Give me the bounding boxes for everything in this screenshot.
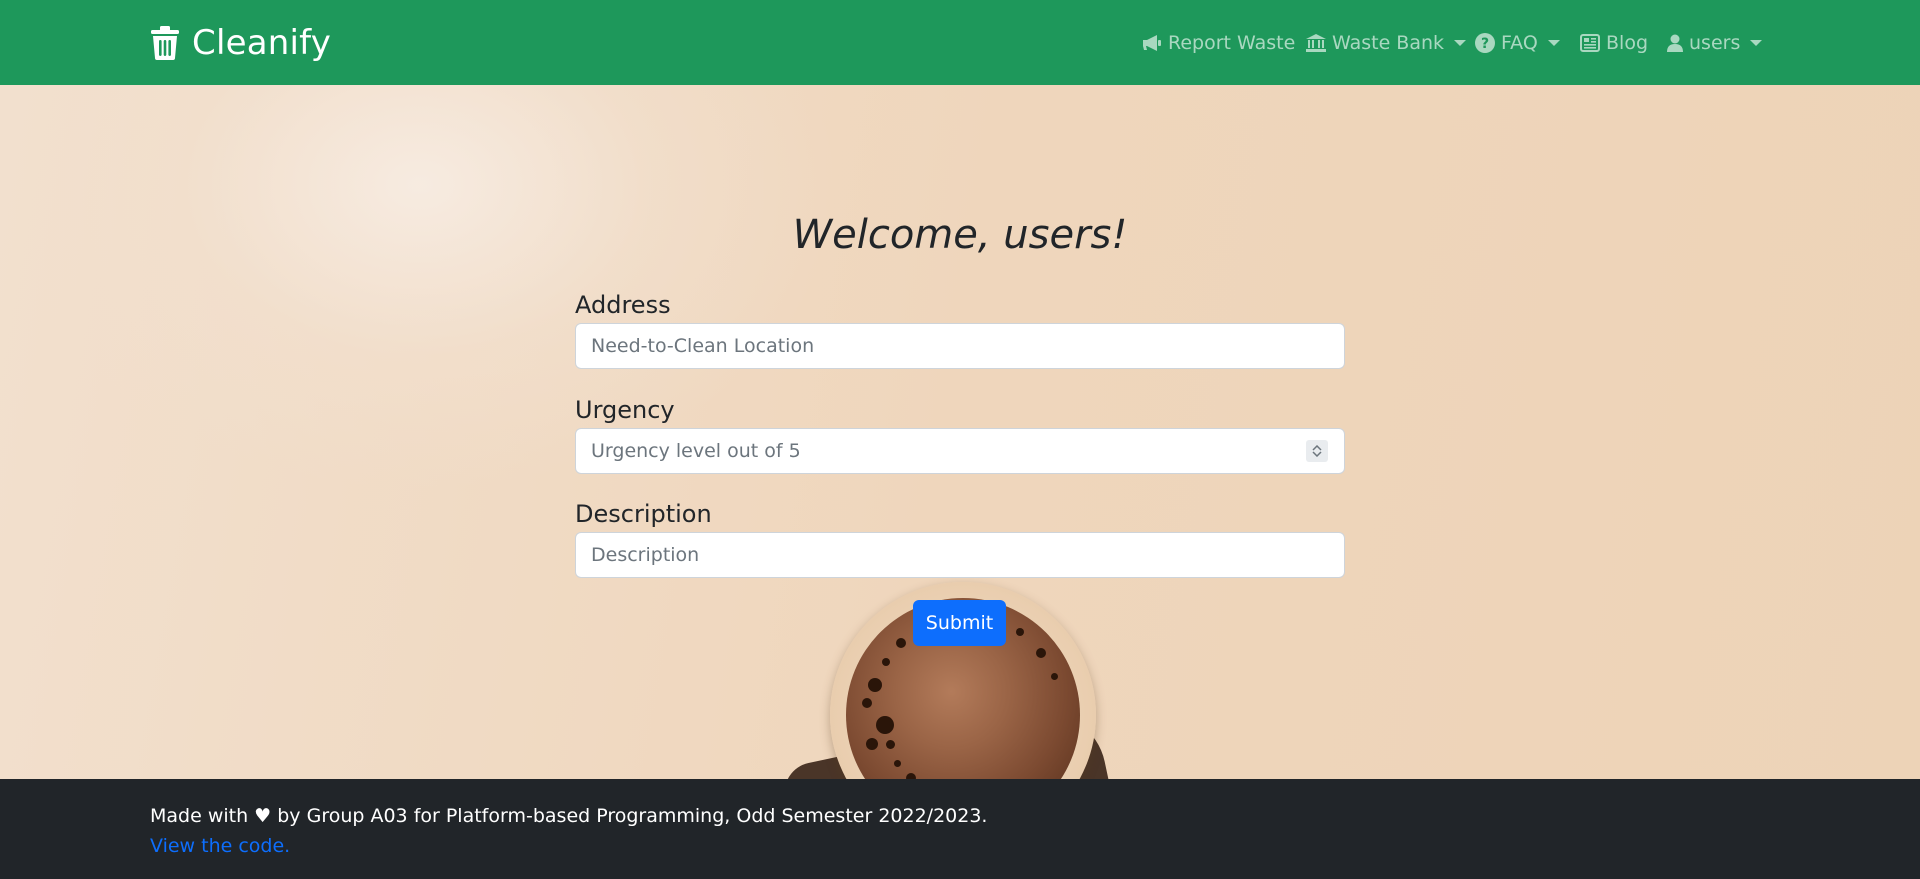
- chevron-down-icon: [1750, 40, 1763, 46]
- description-input[interactable]: [575, 532, 1345, 578]
- footer: Made with ♥ by Group A03 for Platform-ba…: [0, 779, 1920, 879]
- megaphone-icon: [1143, 35, 1161, 51]
- navbar: Cleanify Report Waste Waste Bank ? FAQ B…: [0, 0, 1920, 85]
- address-label: Address: [575, 291, 671, 319]
- nav-faq[interactable]: ? FAQ: [1475, 29, 1560, 57]
- urgency-input[interactable]: [575, 428, 1345, 474]
- brand-name: Cleanify: [192, 23, 332, 63]
- address-input[interactable]: [575, 323, 1345, 369]
- brand-link[interactable]: Cleanify: [150, 22, 331, 64]
- nav-report-waste-label: Report Waste: [1168, 32, 1296, 54]
- chevron-down-icon: [1454, 40, 1467, 46]
- chevron-down-icon: [1312, 451, 1322, 457]
- user-icon: [1667, 34, 1683, 52]
- description-label: Description: [575, 500, 712, 528]
- chevron-down-icon: [1547, 40, 1560, 46]
- view-code-link[interactable]: View the code.: [150, 835, 290, 857]
- nav-blog[interactable]: Blog: [1580, 29, 1648, 57]
- nav-user-menu[interactable]: users: [1667, 29, 1763, 57]
- nav-user-label: users: [1689, 32, 1741, 54]
- submit-button[interactable]: Submit: [913, 600, 1006, 646]
- nav-waste-bank[interactable]: Waste Bank: [1306, 29, 1467, 57]
- svg-text:?: ?: [1481, 36, 1489, 52]
- question-circle-icon: ?: [1475, 33, 1495, 53]
- urgency-label: Urgency: [575, 396, 675, 424]
- nav-blog-label: Blog: [1606, 32, 1648, 54]
- page-title: Welcome, users!: [792, 212, 1128, 258]
- trash-icon: [151, 26, 179, 60]
- bank-icon: [1306, 34, 1326, 52]
- nav-faq-label: FAQ: [1501, 32, 1538, 54]
- nav-waste-bank-label: Waste Bank: [1332, 32, 1445, 54]
- newspaper-icon: [1580, 34, 1600, 52]
- urgency-spinner[interactable]: [1306, 440, 1328, 462]
- footer-credit: Made with ♥ by Group A03 for Platform-ba…: [150, 805, 988, 827]
- nav-report-waste[interactable]: Report Waste: [1142, 29, 1295, 57]
